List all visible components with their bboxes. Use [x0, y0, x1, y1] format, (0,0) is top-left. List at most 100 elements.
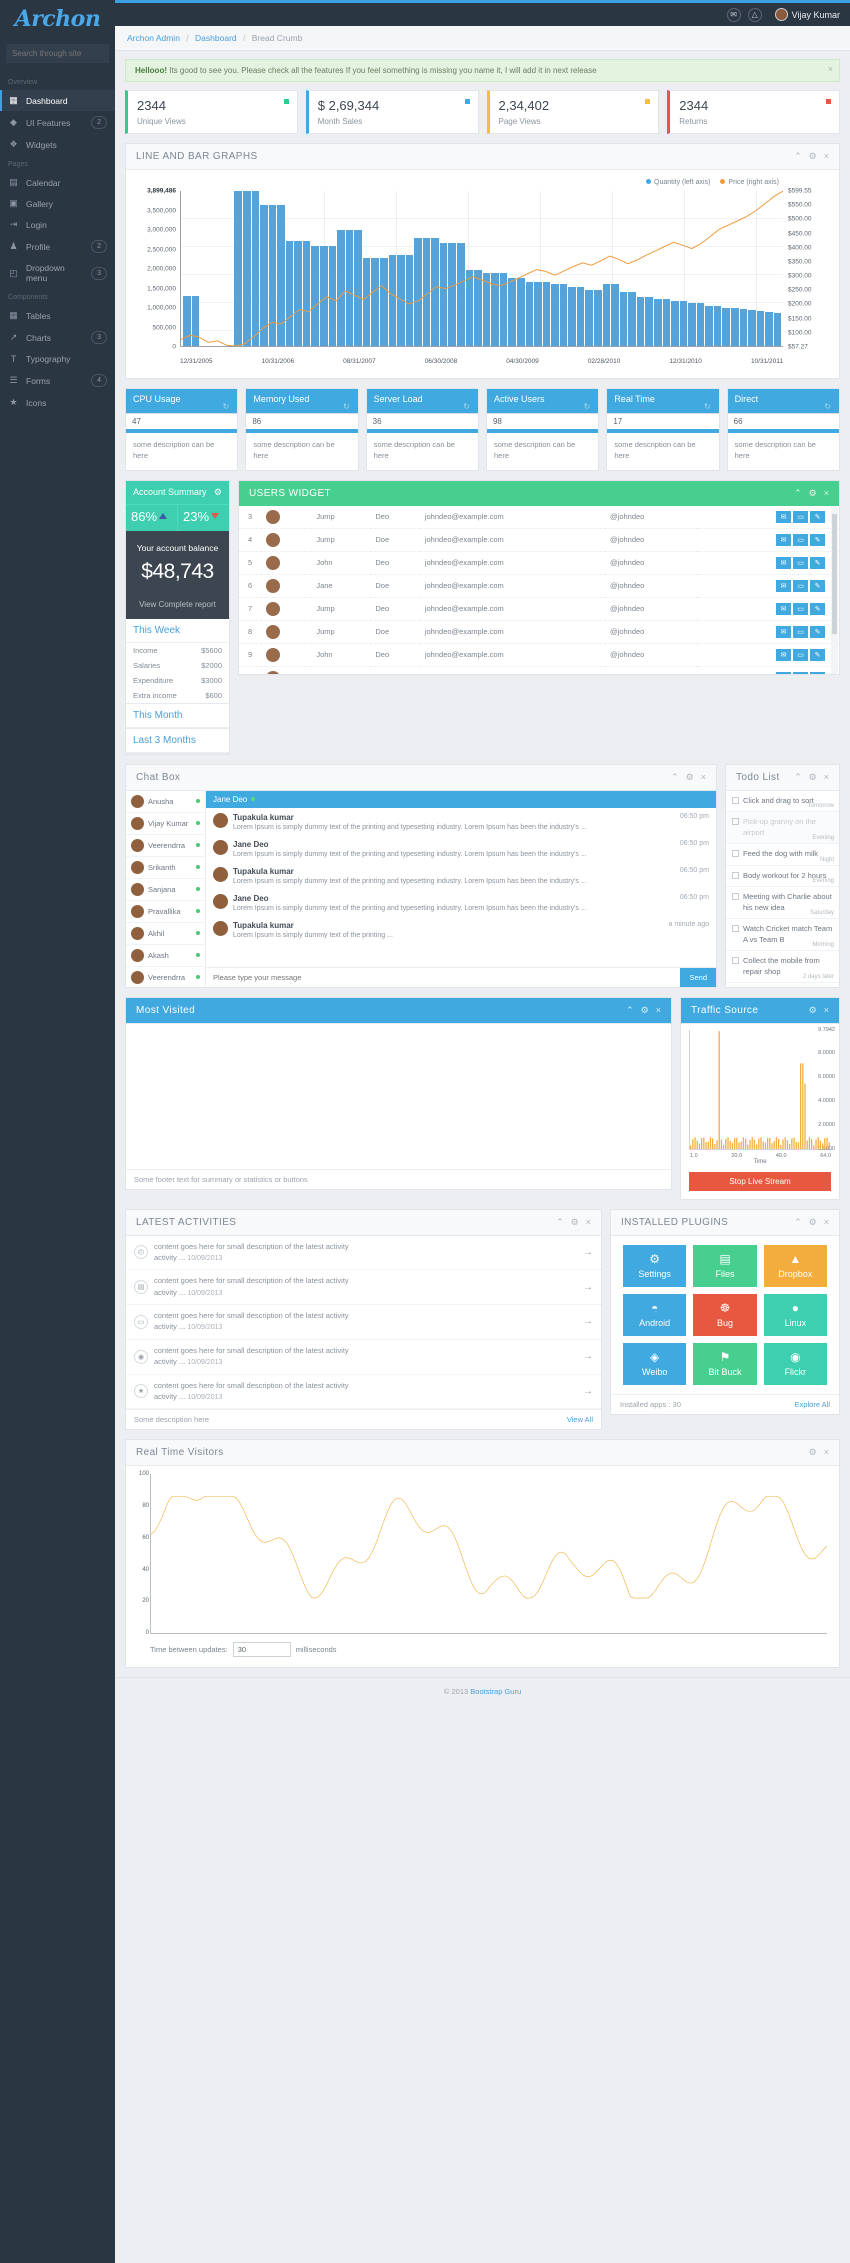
refresh-icon[interactable]: ↻ — [704, 402, 711, 411]
todo-item[interactable]: Dinner with my Girl friend tonightTonigh… — [726, 983, 839, 987]
mail-icon[interactable]: ✉ — [776, 510, 791, 523]
mail-icon[interactable]: ✉ — [776, 648, 791, 661]
chat-icon[interactable]: ▭ — [793, 602, 808, 615]
todo-item[interactable]: Pick-up granny on the airport Evening — [726, 812, 839, 844]
gear-icon[interactable]: ⚙ — [809, 1005, 817, 1016]
sidebar-item-typography[interactable]: T Typography — [0, 349, 115, 369]
todo-item[interactable]: Click and drag to sort Tomorrow — [726, 791, 839, 812]
chat-icon[interactable]: ▭ — [793, 533, 808, 546]
account-section[interactable]: This Week Income $5600 Salaries $2000 Expendi… — [126, 619, 229, 704]
checkbox[interactable] — [732, 871, 739, 879]
sidebar-item-profile[interactable]: ♟ Profile 2 — [0, 235, 115, 258]
arrow-right-icon[interactable]: → — [583, 1316, 593, 1327]
report-link[interactable]: View Complete report — [132, 600, 223, 609]
gear-icon[interactable]: ⚙ — [214, 487, 222, 498]
list-item[interactable]: ◴ content goes here for small description… — [126, 1236, 601, 1271]
chat-contact[interactable]: Vijay Kumar — [126, 813, 205, 835]
edit-icon[interactable]: ✎ — [810, 556, 825, 569]
chat-contact[interactable]: Anusha — [126, 791, 205, 813]
collapse-icon[interactable]: ⌃ — [794, 151, 802, 162]
edit-icon[interactable]: ✎ — [810, 579, 825, 592]
chat-contact[interactable]: Sanjana — [126, 879, 205, 901]
refresh-icon[interactable]: ↻ — [463, 402, 470, 411]
plugin-tile-dropbox[interactable]: ▲ Dropbox — [763, 1244, 827, 1287]
collapse-icon[interactable]: ⌃ — [671, 772, 679, 783]
send-button[interactable]: Send — [680, 967, 716, 987]
todo-item[interactable]: Collect the mobile from repair shop 2 day… — [726, 951, 839, 983]
edit-icon[interactable]: ✎ — [810, 602, 825, 615]
plugin-tile-weibo[interactable]: ◈ Weibo — [623, 1342, 687, 1385]
refresh-icon[interactable]: ↻ — [584, 402, 591, 411]
list-item[interactable]: ◉ content goes here for small description… — [126, 1340, 601, 1375]
plugin-tile-android[interactable]: ◓ Android — [623, 1293, 687, 1336]
chat-icon[interactable]: ▭ — [793, 556, 808, 569]
close-icon[interactable]: × — [701, 772, 706, 783]
arrow-right-icon[interactable]: → — [583, 1247, 593, 1258]
refresh-icon[interactable]: ↻ — [343, 402, 350, 411]
breadcrumb-level2[interactable]: Dashboard — [195, 33, 237, 43]
sidebar-item-dashboard[interactable]: ▦ Dashboard — [0, 90, 115, 111]
collapse-icon[interactable]: ⌃ — [794, 1217, 802, 1228]
checkbox[interactable] — [732, 893, 739, 900]
sidebar-item-ui-features[interactable]: ◆ UI Features 2 — [0, 111, 115, 134]
mail-icon[interactable]: ✉ — [776, 556, 791, 569]
close-icon[interactable]: × — [656, 1005, 661, 1016]
mail-icon[interactable]: ✉ — [776, 602, 791, 615]
collapse-icon[interactable]: ⌃ — [556, 1217, 564, 1228]
chat-icon[interactable]: ▭ — [793, 510, 808, 523]
gear-icon[interactable]: ⚙ — [686, 772, 694, 783]
scrollbar[interactable] — [831, 505, 838, 674]
arrow-right-icon[interactable]: → — [583, 1386, 593, 1397]
gear-icon[interactable]: ⚙ — [809, 1217, 817, 1228]
checkbox[interactable] — [732, 850, 739, 857]
mail-icon[interactable]: ✉ — [776, 625, 791, 638]
logo[interactable]: Archon — [0, 0, 115, 38]
breadcrumb-root[interactable]: Archon Admin — [127, 33, 180, 43]
plugin-tile-flickr[interactable]: ◉ Flickr — [763, 1342, 827, 1385]
user-menu[interactable]: Vijay Kumar — [774, 8, 840, 21]
stop-live-stream-button[interactable]: Stop Live Stream — [689, 1171, 831, 1191]
checkbox[interactable] — [732, 957, 739, 964]
gear-icon[interactable]: ⚙ — [809, 772, 817, 783]
mail-icon[interactable]: ✉ — [776, 671, 791, 674]
sidebar-item-dropdown-menu[interactable]: ◰ Dropdown menu 3 — [0, 258, 115, 288]
gear-icon[interactable]: ⚙ — [809, 488, 817, 499]
chat-contact[interactable]: Akash — [126, 945, 205, 967]
chat-input[interactable] — [206, 967, 681, 987]
plugin-tile-bug[interactable]: ☸ Bug — [693, 1293, 757, 1336]
gear-icon[interactable]: ⚙ — [809, 1447, 817, 1458]
close-icon[interactable]: × — [824, 1005, 829, 1016]
todo-item[interactable]: Meeting with Charlie about his new idea S… — [726, 887, 839, 919]
footer-link[interactable]: Bootstrap Guru — [470, 1687, 521, 1696]
plugin-tile-bit-buck[interactable]: ⚑ Bit Buck — [693, 1342, 757, 1385]
chat-icon[interactable]: ▭ — [793, 671, 808, 674]
sidebar-item-forms[interactable]: ☰ Forms 4 — [0, 369, 115, 392]
world-map[interactable] — [126, 1023, 671, 1169]
gear-icon[interactable]: ⚙ — [641, 1005, 649, 1016]
sidebar-item-tables[interactable]: ▦ Tables — [0, 305, 115, 326]
chat-icon[interactable]: ▭ — [793, 625, 808, 638]
gear-icon[interactable]: ⚙ — [571, 1217, 579, 1228]
arrow-right-icon[interactable]: → — [583, 1282, 593, 1293]
plugin-tile-settings[interactable]: ⚙ Settings — [623, 1244, 687, 1287]
close-icon[interactable]: × — [824, 488, 829, 499]
edit-icon[interactable]: ✎ — [810, 671, 825, 674]
mail-icon[interactable]: ✉ — [776, 533, 791, 546]
arrow-right-icon[interactable]: → — [583, 1351, 593, 1362]
list-item[interactable]: ★ content goes here for small description… — [126, 1375, 601, 1410]
sidebar-item-gallery[interactable]: ▣ Gallery — [0, 193, 115, 214]
mail-icon[interactable]: ✉ — [776, 579, 791, 592]
checkbox[interactable] — [732, 925, 739, 932]
plugin-tile-linux[interactable]: ● Linux — [763, 1293, 827, 1336]
sidebar-item-login[interactable]: ⇥ Login — [0, 214, 115, 235]
close-icon[interactable]: × — [824, 1447, 829, 1458]
list-item[interactable]: ▭ content goes here for small description… — [126, 1305, 601, 1340]
edit-icon[interactable]: ✎ — [810, 648, 825, 661]
search-input[interactable] — [6, 44, 109, 63]
chat-icon[interactable]: ▭ — [793, 648, 808, 661]
list-item[interactable]: ▤ content goes here for small description… — [126, 1270, 601, 1305]
todo-item[interactable]: Feed the dog with milk Night — [726, 844, 839, 866]
chat-contact[interactable]: Veerendrra — [126, 835, 205, 857]
explore-all-link[interactable]: Explore All — [795, 1400, 830, 1409]
view-all-link[interactable]: View All — [567, 1415, 593, 1424]
